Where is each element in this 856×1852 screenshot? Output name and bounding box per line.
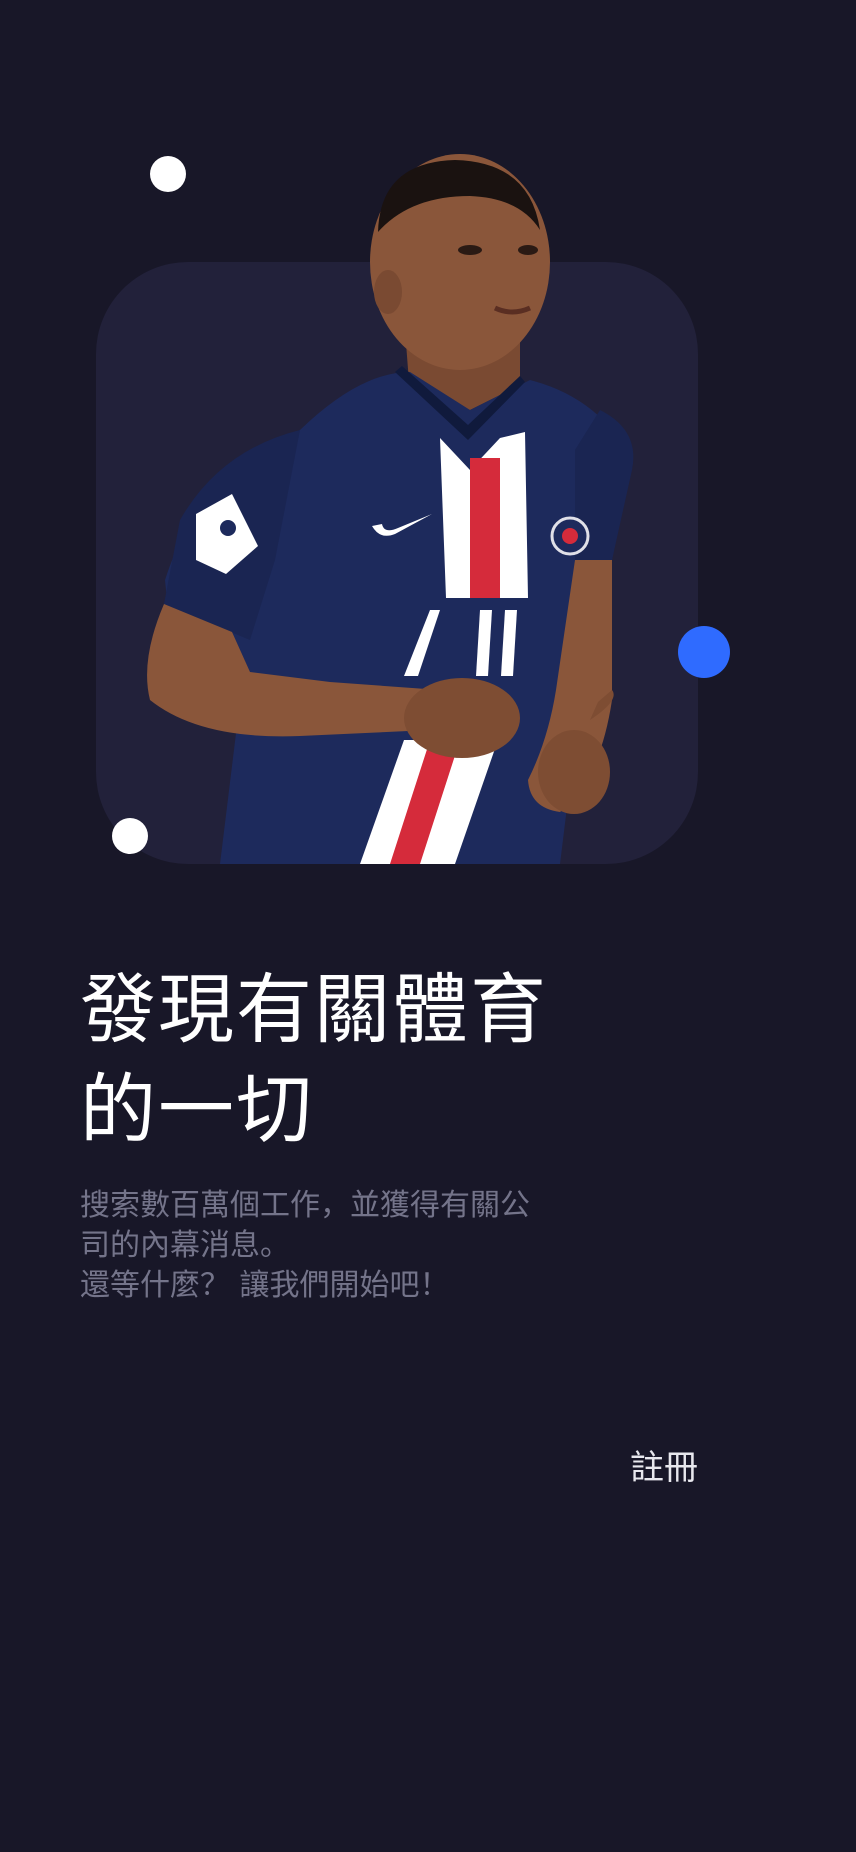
register-button[interactable]: 註冊	[620, 1432, 708, 1497]
title-line-2: 的一切	[80, 1065, 314, 1154]
description-line-2: 司的內幕消息。	[80, 1228, 290, 1263]
title-line-1: 發現有關體育	[80, 965, 548, 1054]
description-line-3: 還等什麼？ 讓我們開始吧！	[80, 1268, 450, 1303]
description-text: 搜索數百萬個工作，並獲得有關公 司的內幕消息。 還等什麼？ 讓我們開始吧！	[80, 1186, 600, 1306]
decor-dot-white-bottom	[112, 818, 148, 854]
hero-card	[96, 262, 698, 864]
page-title: 發現有關體育 的一切	[80, 960, 600, 1160]
decor-dot-blue	[678, 626, 730, 678]
description-line-1: 搜索數百萬個工作，並獲得有關公	[80, 1188, 530, 1223]
decor-dot-white-top	[150, 156, 186, 192]
